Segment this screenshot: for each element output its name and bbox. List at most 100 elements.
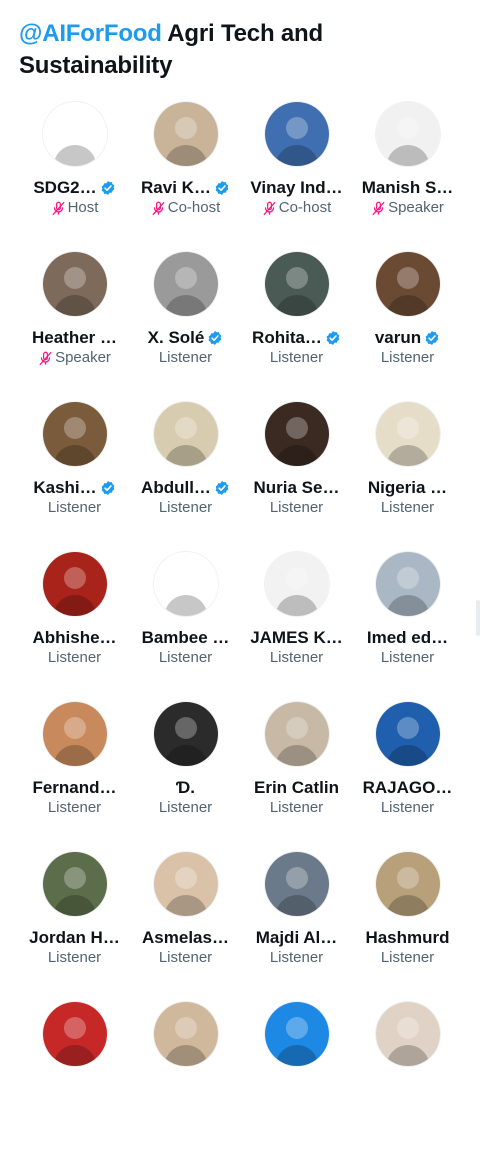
avatar[interactable] [153,852,218,916]
avatar[interactable] [264,102,329,166]
participant-name: Asmelas… [142,928,229,947]
participant-name-row: Manish S… [362,177,454,199]
avatar[interactable] [375,402,440,466]
participant-name-row: varun [375,327,440,349]
participant-card[interactable]: Rohita… Listener [241,252,352,402]
participant-card[interactable]: SDG2… Host [19,102,130,252]
avatar[interactable] [42,402,107,466]
verified-badge-icon [101,481,114,495]
avatar[interactable] [264,702,329,766]
scrollbar[interactable] [476,600,480,636]
avatar[interactable] [153,102,218,166]
participant-card[interactable]: JAMES K… Listener [241,552,352,702]
participant-card[interactable]: Jordan H… Listener [19,852,130,1002]
participant-card[interactable]: Fernand… Listener [19,702,130,852]
participant-card[interactable]: Vinay Ind… Co-host [241,102,352,252]
participant-name-row: Asmelas… [142,927,229,949]
participant-role: Co-host [262,199,332,217]
avatar[interactable] [153,1002,218,1066]
participant-card[interactable]: Kashi… Listener [19,402,130,552]
participant-name: SDG2… [33,178,97,197]
participant-name: Vinay Ind… [250,178,343,197]
participant-role: Co-host [151,199,220,217]
avatar[interactable] [42,252,107,316]
participant-name: Bambee … [141,628,230,647]
avatar[interactable] [264,852,329,916]
participant-name: Abhishe… [32,628,117,647]
participant-role-label: Listener [47,499,102,516]
participant-name-row: Ravi K… [141,177,230,199]
participant-card[interactable]: Manish S… Speaker [352,102,463,252]
participant-role-label: Listener [269,799,324,816]
participant-card[interactable]: Ɗ. Listener [130,702,241,852]
avatar[interactable] [375,852,440,916]
participant-name: varun [374,328,422,347]
participant-role: Listener [270,499,323,517]
participant-card[interactable]: Majdi Al… Listener [241,852,352,1002]
avatar[interactable] [42,102,107,166]
avatar[interactable] [264,1002,329,1066]
participant-card[interactable]: Erin Catlin Listener [241,702,352,852]
participant-card[interactable]: Hashmurd Listener [352,852,463,1002]
muted-mic-icon [372,201,385,215]
participant-role-label: Listener [380,949,435,966]
avatar[interactable] [153,252,218,316]
participant-role: Listener [270,349,323,367]
participant-card[interactable]: Bambee … Listener [130,552,241,702]
participant-role-label: Listener [158,649,213,666]
avatar[interactable] [264,552,329,616]
participant-card[interactable]: RAJAGO… Listener [352,702,463,852]
participant-name-row: Fernand… [32,777,116,799]
participant-name-row: Nuria Se… [254,477,340,499]
participant-name: Heather … [31,328,118,347]
avatar[interactable] [264,252,329,316]
participant-role: Listener [381,799,434,817]
participant-role: Listener [381,499,434,517]
avatar[interactable] [375,252,440,316]
participant-card[interactable]: Nigeria … Listener [352,402,463,552]
participant-card[interactable]: Heather … Speaker [19,252,130,402]
avatar[interactable] [375,102,440,166]
participant-name: Rohita… [252,328,322,347]
participant-role: Listener [381,349,434,367]
participant-name-row: Erin Catlin [254,777,339,799]
participant-role-label: Listener [269,949,324,966]
participant-card[interactable] [352,1002,463,1152]
host-handle-link[interactable]: @AIForFood [19,20,162,47]
avatar[interactable] [42,552,107,616]
participant-card[interactable] [241,1002,352,1152]
muted-mic-icon [152,201,165,215]
avatar[interactable] [375,552,440,616]
participant-name-row: Nigeria … [368,477,447,499]
participant-role: Listener [270,949,323,967]
avatar[interactable] [153,402,218,466]
participant-card[interactable]: varun Listener [352,252,463,402]
avatar[interactable] [375,702,440,766]
participant-card[interactable]: Ravi K… Co-host [130,102,241,252]
participant-card[interactable]: Abhishe… Listener [19,552,130,702]
space-title: @AIForFood Agri Tech and Sustainability [19,18,460,82]
muted-mic-icon [52,201,65,215]
participant-card[interactable]: Asmelas… Listener [130,852,241,1002]
verified-badge-icon [215,181,229,195]
participant-card[interactable]: X. Solé Listener [130,252,241,402]
participant-card[interactable] [130,1002,241,1152]
participant-role: Listener [159,799,212,817]
avatar[interactable] [42,852,107,916]
avatar[interactable] [264,402,329,466]
participant-role: Host [51,199,98,217]
participant-card[interactable]: Imed ed… Listener [352,552,463,702]
participant-card[interactable]: Nuria Se… Listener [241,402,352,552]
avatar[interactable] [42,702,107,766]
participant-card[interactable]: Abdull… Listener [130,402,241,552]
participant-card[interactable] [19,1002,130,1152]
participant-role: Listener [381,949,434,967]
participant-name-row: Vinay Ind… [250,177,342,199]
avatar[interactable] [153,552,218,616]
participant-role: Listener [270,799,323,817]
avatar[interactable] [42,1002,107,1066]
avatar[interactable] [153,702,218,766]
avatar[interactable] [375,1002,440,1066]
participant-role-label: Co-host [278,199,332,216]
participant-name: Nuria Se… [253,478,340,497]
